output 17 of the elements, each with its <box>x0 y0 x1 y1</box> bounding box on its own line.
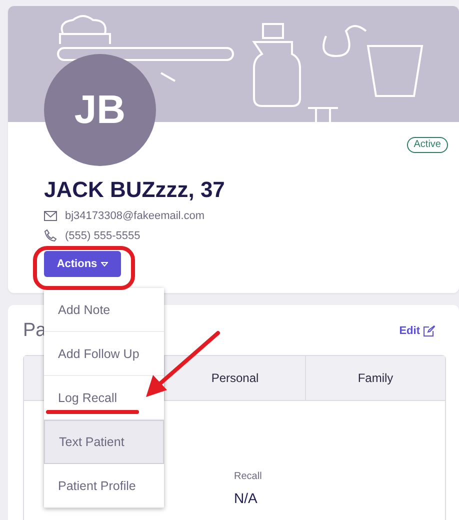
field-label: Recall <box>234 471 263 482</box>
menu-item[interactable]: Add Follow Up <box>44 332 164 376</box>
edit-icon <box>423 325 435 337</box>
mail-icon <box>44 211 57 221</box>
caret-icon <box>101 262 108 266</box>
email-text: bj34173308@fakeemail.com <box>65 210 205 222</box>
phone-icon <box>44 229 57 242</box>
menu-item[interactable]: Add Note <box>44 288 164 332</box>
edit-link[interactable]: Edit <box>399 325 435 337</box>
menu-item[interactable]: Text Patient <box>44 420 164 464</box>
status-badge: Active <box>406 137 448 153</box>
actions-button[interactable]: Actions <box>44 251 121 277</box>
phone-text: (555) 555-5555 <box>65 230 140 242</box>
tab[interactable]: Family <box>305 356 445 400</box>
patient-name: JACK BUZzzz, 37 <box>44 177 226 203</box>
menu-item[interactable]: Patient Profile <box>44 464 164 508</box>
field-value: N/A <box>234 490 258 506</box>
